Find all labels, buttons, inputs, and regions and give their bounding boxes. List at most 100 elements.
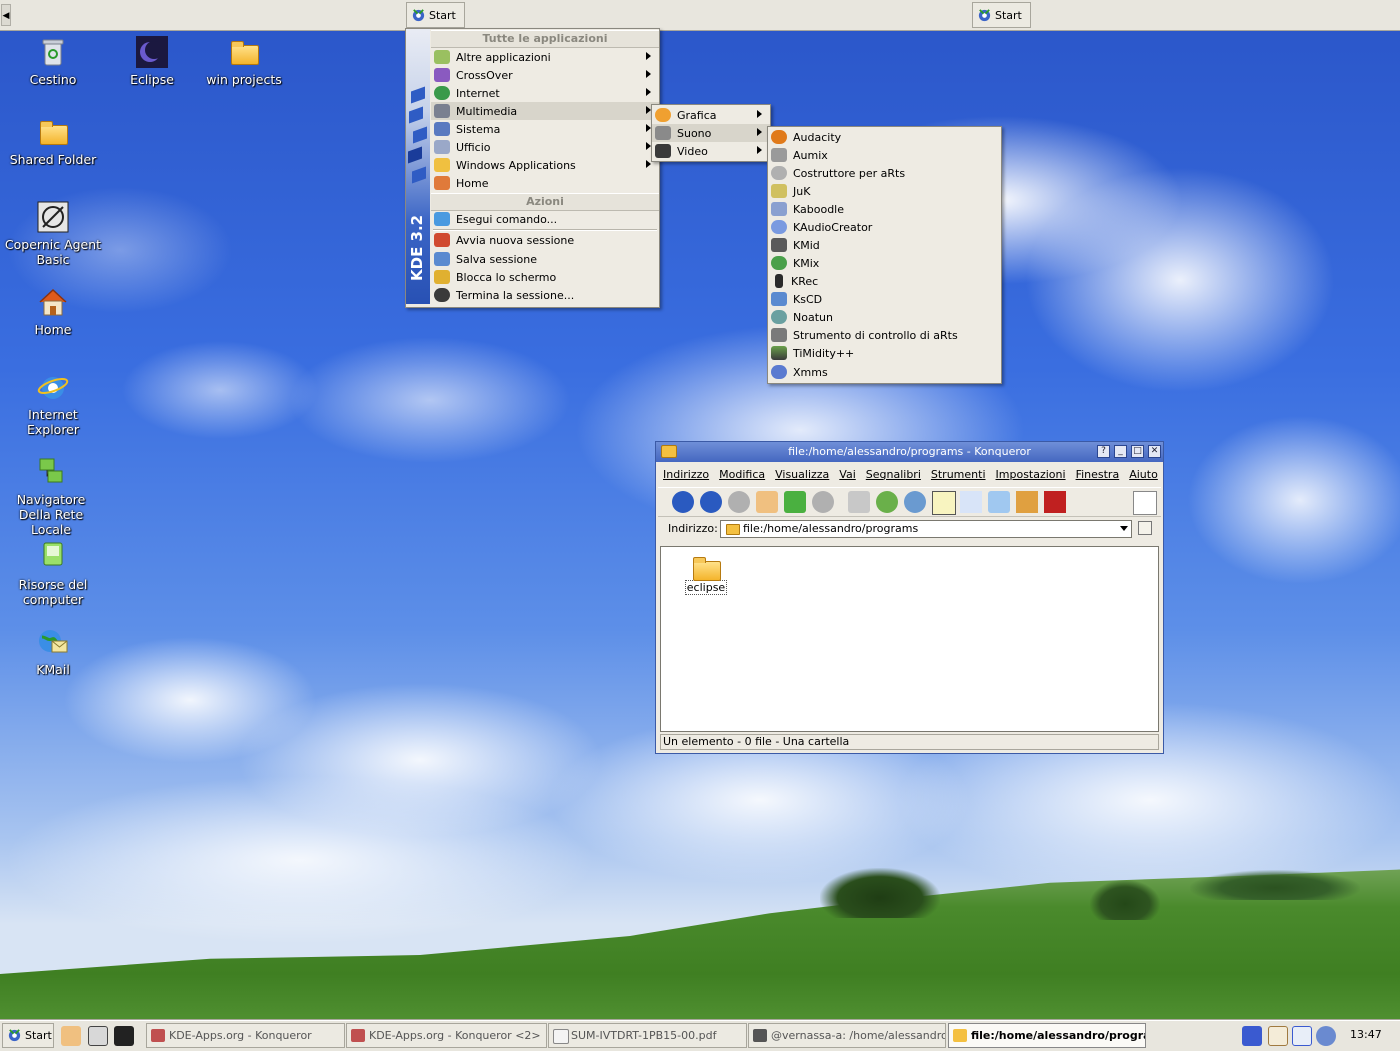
icon-view-icon[interactable] xyxy=(932,491,956,515)
menu-item-sistema[interactable]: Sistema xyxy=(431,120,659,138)
chevron-down-icon[interactable] xyxy=(1120,526,1128,531)
other-apps-icon xyxy=(434,50,450,64)
menu-item-audacity[interactable]: Audacity xyxy=(768,128,1001,146)
file-view[interactable]: eclipse xyxy=(660,546,1159,732)
grid-view-icon[interactable] xyxy=(1044,491,1066,513)
kde-throbber-icon xyxy=(1133,491,1157,515)
window-titlebar[interactable]: file:/home/alessandro/programs - Konquer… xyxy=(656,442,1163,462)
menu-item-suono[interactable]: Suono xyxy=(652,124,770,142)
minimize-button[interactable]: _ xyxy=(1114,445,1127,458)
menu-item-other-apps[interactable]: Altre applicazioni xyxy=(431,48,659,66)
print-icon[interactable] xyxy=(848,491,870,513)
go-button[interactable] xyxy=(1138,521,1152,535)
stop-icon[interactable] xyxy=(812,491,834,513)
clock[interactable]: 13:47 xyxy=(1350,1028,1382,1041)
menu-item-kscd[interactable]: KsCD xyxy=(768,290,1001,308)
help-button[interactable]: ? xyxy=(1097,445,1110,458)
menu-modifica[interactable]: Modifica xyxy=(714,468,770,481)
desktop-icon-kmail[interactable]: KMail xyxy=(3,625,103,677)
terminal-launcher-icon[interactable] xyxy=(114,1026,134,1046)
desktop-icon-copernic[interactable]: Copernic Agent Basic xyxy=(3,200,103,267)
tree-view-icon[interactable] xyxy=(1016,491,1038,513)
task-kde-apps-1[interactable]: KDE-Apps.org - Konqueror xyxy=(146,1023,345,1048)
home-launcher-icon[interactable] xyxy=(61,1026,81,1046)
klipper-icon[interactable] xyxy=(1242,1026,1262,1046)
address-input[interactable]: file:/home/alessandro/programs xyxy=(720,520,1132,538)
menu-item-xmms[interactable]: Xmms xyxy=(768,363,1001,381)
folder-item-eclipse[interactable]: eclipse xyxy=(683,555,729,595)
toolbar xyxy=(658,487,1161,517)
keyboard-icon[interactable] xyxy=(1268,1026,1288,1046)
task-kde-apps-2[interactable]: KDE-Apps.org - Konqueror <2> xyxy=(346,1023,547,1048)
menu-item-video[interactable]: Video xyxy=(652,142,770,160)
menu-item-kmid[interactable]: KMid xyxy=(768,236,1001,254)
menu-indirizzo[interactable]: Indirizzo xyxy=(658,468,714,481)
terminal-icon xyxy=(753,1029,767,1042)
start-button[interactable]: Start xyxy=(406,2,465,28)
desktop-icon-eclipse[interactable]: Eclipse xyxy=(102,35,202,87)
menu-item-kmix[interactable]: KMix xyxy=(768,254,1001,272)
menu-item-kaboodle[interactable]: Kaboodle xyxy=(768,200,1001,218)
menu-item-crossover[interactable]: CrossOver xyxy=(431,66,659,84)
forward-icon[interactable] xyxy=(728,491,750,513)
menu-item-new-session[interactable]: Avvia nuova sessione xyxy=(431,231,659,249)
speaker-icon xyxy=(655,126,671,140)
task-pdf[interactable]: SUM-IVTDRT-1PB15-00.pdf xyxy=(548,1023,747,1048)
home-icon[interactable] xyxy=(756,491,778,513)
zoom-out-icon[interactable] xyxy=(904,491,926,513)
volume-icon[interactable] xyxy=(1316,1026,1336,1046)
menu-aiuto[interactable]: Aiuto xyxy=(1124,468,1163,481)
panel-hide-arrow[interactable]: ◀ xyxy=(1,4,11,26)
menu-impostazioni[interactable]: Impostazioni xyxy=(991,468,1071,481)
start-label: Start xyxy=(995,8,1022,22)
menu-item-logout[interactable]: Termina la sessione... xyxy=(431,286,659,304)
menu-strumenti[interactable]: Strumenti xyxy=(926,468,991,481)
menu-item-home[interactable]: Home xyxy=(431,174,659,192)
detail-view-icon[interactable] xyxy=(960,491,982,513)
menu-item-timidity[interactable]: TiMidity++ xyxy=(768,344,1001,362)
task-terminal[interactable]: @vernassa-a: /home/alessandro xyxy=(748,1023,946,1048)
menu-finestra[interactable]: Finestra xyxy=(1071,468,1125,481)
network-monitor-icon[interactable] xyxy=(1292,1026,1312,1046)
menu-item-lock-screen[interactable]: Blocca lo schermo xyxy=(431,268,659,286)
preview-icon[interactable] xyxy=(988,491,1010,513)
desktop-icon-shared-folder[interactable]: Shared Folder xyxy=(3,115,103,167)
menu-vai[interactable]: Vai xyxy=(834,468,860,481)
menu-item-internet[interactable]: Internet xyxy=(431,84,659,102)
menu-item-aumix[interactable]: Aumix xyxy=(768,146,1001,164)
menu-item-arts-builder[interactable]: Costruttore per aRts xyxy=(768,164,1001,182)
desktop-icon-internet-explorer[interactable]: Internet Explorer xyxy=(3,370,103,437)
menu-item-grafica[interactable]: Grafica xyxy=(652,106,770,124)
kde-gear-icon xyxy=(411,8,426,23)
desktop-icon-my-computer[interactable]: Risorse del computer xyxy=(3,540,103,607)
maximize-button[interactable]: □ xyxy=(1131,445,1144,458)
menu-item-save-session[interactable]: Salva sessione xyxy=(431,250,659,268)
desktop-icon-home[interactable]: Home xyxy=(3,285,103,337)
desktop-icon-network[interactable]: Navigatore Della Rete Locale xyxy=(1,455,101,537)
menu-item-windows-apps[interactable]: Windows Applications xyxy=(431,156,659,174)
address-label: Indirizzo: xyxy=(668,522,718,535)
menu-item-noatun[interactable]: Noatun xyxy=(768,308,1001,326)
power-icon xyxy=(434,288,450,302)
menu-item-arts-control[interactable]: Strumento di controllo di aRts xyxy=(768,326,1001,344)
menu-item-run-command[interactable]: Esegui comando... xyxy=(431,210,659,228)
submenu-arrow-icon xyxy=(646,52,651,60)
menu-item-ufficio[interactable]: Ufficio xyxy=(431,138,659,156)
reload-icon[interactable] xyxy=(784,491,806,513)
menu-item-krec[interactable]: KRec xyxy=(768,272,1001,290)
up-icon[interactable] xyxy=(672,491,694,513)
start-button-secondary[interactable]: Start xyxy=(972,2,1031,28)
desktop-icon-trash[interactable]: Cestino xyxy=(3,35,103,87)
task-konqueror-programs[interactable]: file:/home/alessandro/programs xyxy=(948,1023,1146,1048)
copernic-launcher-icon[interactable] xyxy=(88,1026,108,1046)
desktop-icon-win-projects[interactable]: win projects xyxy=(194,35,294,87)
zoom-in-icon[interactable] xyxy=(876,491,898,513)
menu-segnalibri[interactable]: Segnalibri xyxy=(861,468,926,481)
menu-visualizza[interactable]: Visualizza xyxy=(770,468,834,481)
menu-item-kaudiocreator[interactable]: KAudioCreator xyxy=(768,218,1001,236)
close-button[interactable]: ✕ xyxy=(1148,445,1161,458)
back-icon[interactable] xyxy=(700,491,722,513)
taskbar-start-button[interactable]: Start xyxy=(2,1023,54,1048)
menu-item-multimedia[interactable]: Multimedia xyxy=(431,102,659,120)
menu-item-juk[interactable]: JuK xyxy=(768,182,1001,200)
